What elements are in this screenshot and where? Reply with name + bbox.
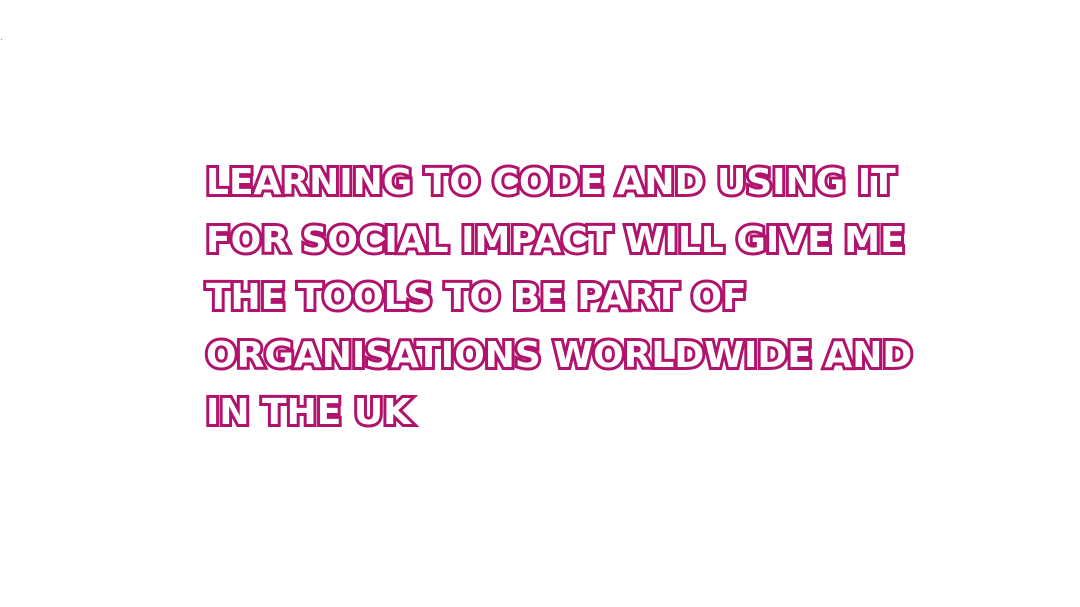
- quote-line-5: IN THE UK: [203, 389, 414, 436]
- quote-line-4: ORGANISATIONS WORLDWIDE AND: [203, 332, 915, 379]
- quote-line-3: THE TOOLS TO BE PART OF: [203, 274, 750, 321]
- quote-line-2: FOR SOCIAL IMPACT WILL GIVE ME: [203, 217, 908, 264]
- stray-pixel-mark: [1, 39, 2, 40]
- slide-canvas: LEARNING TO CODE AND USING IT FOR SOCIAL…: [0, 0, 1080, 607]
- quote-line-1: LEARNING TO CODE AND USING IT: [203, 159, 899, 206]
- quote-text-block: LEARNING TO CODE AND USING IT FOR SOCIAL…: [203, 154, 966, 442]
